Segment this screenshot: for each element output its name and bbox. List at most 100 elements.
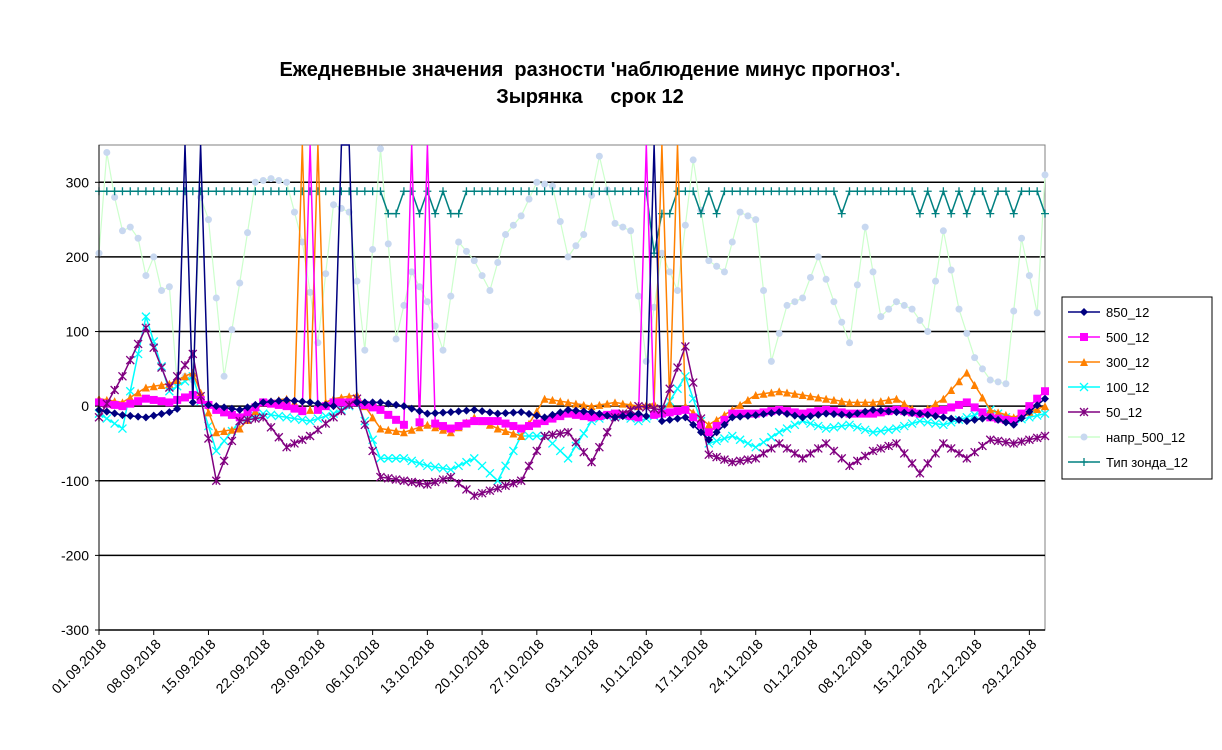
data-point bbox=[220, 372, 228, 380]
x-tick-label: 22.12.2018 bbox=[924, 636, 985, 697]
data-point bbox=[494, 259, 502, 267]
data-point bbox=[939, 405, 948, 414]
data-point bbox=[150, 253, 158, 261]
data-point bbox=[126, 399, 135, 408]
data-point bbox=[353, 277, 361, 285]
data-point bbox=[728, 238, 736, 246]
data-point bbox=[720, 268, 728, 276]
data-point bbox=[259, 176, 267, 184]
x-tick-label: 22.09.2018 bbox=[212, 636, 273, 697]
data-point bbox=[846, 339, 854, 347]
data-point bbox=[947, 403, 956, 412]
data-point bbox=[110, 400, 119, 409]
data-point bbox=[892, 298, 900, 306]
legend-label: напр_500_12 bbox=[1106, 430, 1185, 445]
data-point bbox=[485, 417, 494, 426]
data-point bbox=[165, 283, 173, 291]
data-point bbox=[493, 417, 502, 426]
data-point bbox=[971, 354, 979, 362]
data-point bbox=[462, 419, 471, 428]
data-point bbox=[760, 287, 768, 294]
data-point bbox=[627, 227, 635, 235]
y-tick-label: 300 bbox=[66, 174, 90, 190]
data-point bbox=[118, 227, 126, 235]
data-point bbox=[838, 318, 846, 326]
data-point bbox=[330, 201, 338, 209]
y-tick-label: 200 bbox=[66, 249, 90, 265]
data-point bbox=[1018, 234, 1026, 242]
data-point bbox=[736, 208, 744, 216]
data-point bbox=[900, 301, 908, 309]
data-point bbox=[564, 253, 572, 261]
data-point bbox=[337, 398, 346, 407]
legend-label: 850_12 bbox=[1106, 305, 1149, 320]
data-point bbox=[767, 357, 775, 365]
chart-title-line2: Зырянка срок 12 bbox=[496, 86, 684, 108]
data-point bbox=[103, 148, 111, 156]
x-tick-label: 29.12.2018 bbox=[979, 636, 1040, 697]
data-point bbox=[673, 407, 682, 416]
data-point bbox=[916, 316, 924, 324]
data-point bbox=[1041, 387, 1049, 396]
data-point bbox=[454, 422, 463, 431]
x-tick-label: 01.12.2018 bbox=[760, 636, 821, 697]
data-point bbox=[814, 253, 822, 261]
legend-label: 300_12 bbox=[1106, 355, 1149, 370]
data-point bbox=[267, 175, 275, 183]
data-point bbox=[439, 422, 447, 431]
data-point bbox=[681, 221, 689, 229]
x-tick-label: 10.11.2018 bbox=[596, 636, 656, 696]
x-tick-label: 17.11.2018 bbox=[651, 636, 711, 696]
data-point bbox=[994, 378, 1002, 386]
data-point bbox=[806, 273, 814, 281]
data-point bbox=[525, 422, 533, 431]
x-tick-label: 06.10.2018 bbox=[322, 636, 383, 697]
data-point bbox=[665, 408, 674, 417]
data-point bbox=[501, 419, 510, 428]
data-point bbox=[704, 428, 713, 437]
data-point bbox=[439, 346, 447, 354]
legend-label: 500_12 bbox=[1106, 330, 1149, 345]
data-point bbox=[580, 231, 588, 239]
data-point bbox=[525, 195, 533, 203]
data-point bbox=[877, 313, 885, 321]
data-point bbox=[1010, 307, 1018, 315]
data-point bbox=[400, 301, 408, 309]
data-point bbox=[1002, 380, 1010, 388]
data-point bbox=[572, 242, 580, 250]
data-point bbox=[134, 397, 143, 406]
chart-title-line1: Ежедневные значения разности 'наблюдение… bbox=[279, 59, 900, 81]
data-point bbox=[212, 294, 220, 302]
data-point bbox=[955, 305, 963, 313]
data-point bbox=[149, 395, 158, 404]
y-tick-label: -200 bbox=[61, 547, 89, 563]
data-point bbox=[744, 212, 752, 220]
data-point bbox=[799, 294, 807, 302]
data-point bbox=[595, 152, 603, 160]
data-point bbox=[517, 212, 525, 220]
data-point bbox=[399, 420, 408, 429]
data-point bbox=[392, 335, 400, 343]
data-point bbox=[619, 223, 627, 231]
data-point bbox=[783, 301, 791, 309]
data-point bbox=[705, 257, 713, 265]
data-point bbox=[384, 410, 393, 419]
data-point bbox=[556, 217, 564, 225]
data-point bbox=[830, 298, 838, 306]
data-point bbox=[423, 298, 431, 306]
data-point bbox=[713, 262, 721, 270]
data-point bbox=[486, 287, 494, 294]
data-point bbox=[118, 402, 127, 411]
data-point bbox=[447, 292, 455, 300]
data-point bbox=[1041, 171, 1049, 179]
data-point bbox=[541, 180, 549, 188]
data-point bbox=[986, 376, 994, 384]
x-tick-label: 08.09.2018 bbox=[103, 636, 164, 697]
data-point bbox=[791, 298, 799, 306]
data-point bbox=[157, 397, 166, 406]
x-tick-label: 01.09.2018 bbox=[48, 636, 109, 697]
data-point bbox=[126, 223, 134, 231]
legend-label: 50_12 bbox=[1106, 405, 1142, 420]
data-point bbox=[384, 240, 392, 248]
data-point bbox=[181, 393, 189, 402]
